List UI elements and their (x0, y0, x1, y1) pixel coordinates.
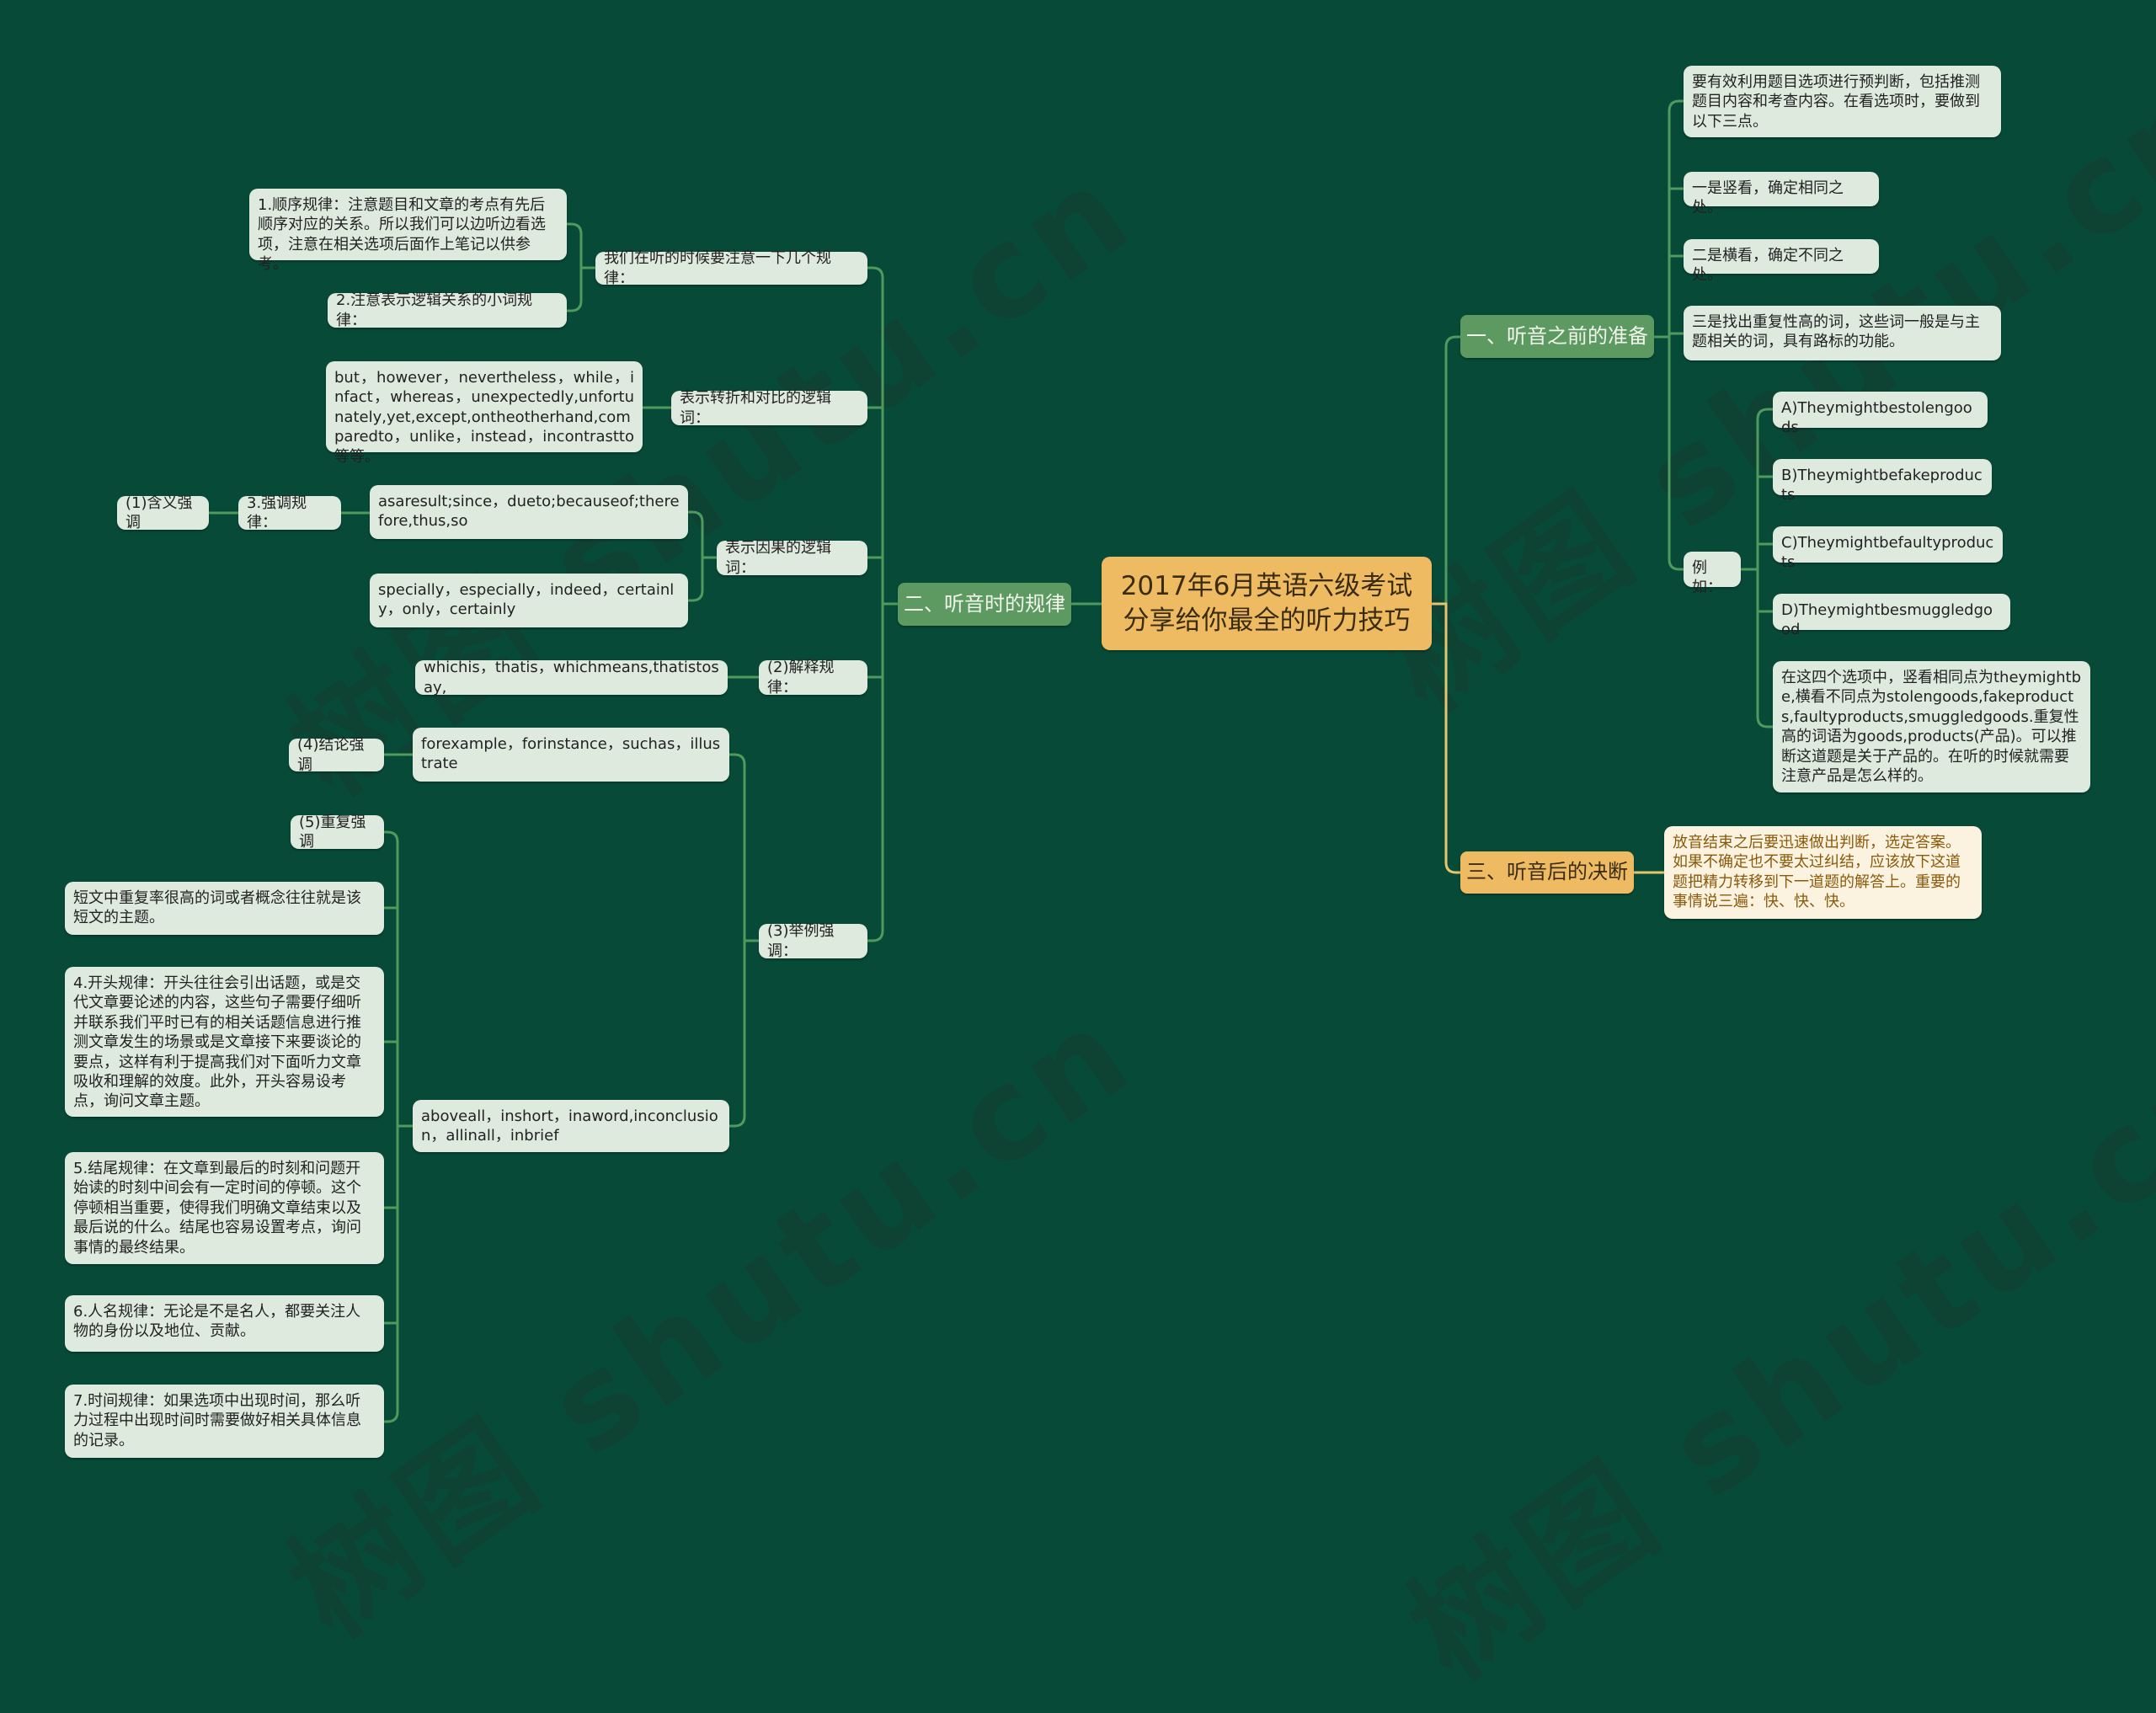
branch-label: 二、听音时的规律 (904, 591, 1065, 616)
branch-while-listening[interactable]: 二、听音时的规律 (898, 583, 1071, 626)
connector (1756, 408, 1773, 728)
option-b[interactable]: B)Theymightbefakeproducts (1773, 459, 1992, 504)
topic-node[interactable]: whichis，thatis，whichmeans,thatistosay, (415, 659, 728, 696)
connector (867, 266, 884, 942)
connector (729, 753, 746, 1128)
example-emphasis-node[interactable]: (3)举例强调： (759, 922, 867, 960)
connector (1444, 335, 1460, 604)
topic-node[interactable]: 一是竖看，确定相同之处。 (1684, 172, 1879, 216)
topic-node[interactable]: 二是横看，确定不同之处。 (1684, 239, 1879, 284)
contrast-words-node[interactable]: 表示转折和对比的逻辑词： (671, 389, 867, 427)
rules-node[interactable]: 我们在听的时候要注意一下几个规律： (595, 249, 867, 287)
branch-after-listening[interactable]: 三、听音后的决断 (1460, 851, 1634, 894)
option-a[interactable]: A)Theymightbestolengoods (1773, 392, 1988, 436)
topic-node[interactable]: 短文中重复率很高的词或者概念往往就是该短文的主题。 (65, 882, 384, 935)
branch-label: 三、听音后的决断 (1466, 860, 1628, 884)
example-explanation[interactable]: 在这四个选项中，竖看相同点为theymightbe,横看不同点为stolengo… (1773, 661, 2090, 792)
root-topic[interactable]: 2017年6月英语六级考试分享给你最全的听力技巧 (1102, 557, 1432, 650)
branch-before-listening[interactable]: 一、听音之前的准备 (1460, 315, 1654, 358)
topic-node[interactable]: asaresult;since，dueto;becauseof;therefor… (370, 485, 688, 539)
topic-node[interactable]: 4.开头规律：开头往往会引出话题，或是交代文章要论述的内容，这些句子需要仔细听并… (65, 967, 384, 1117)
connector (384, 830, 399, 1423)
topic-node[interactable]: aboveall，inshort，inaword,inconclusion，al… (413, 1100, 729, 1152)
topic-node[interactable]: (1)含义强调 (117, 494, 209, 531)
topic-node[interactable]: but，however，nevertheless，while，infact，wh… (326, 361, 643, 466)
topic-node[interactable]: 要有效利用题目选项进行预判断，包括推测题目内容和考查内容。在看选项时，要做到以下… (1684, 66, 2001, 137)
topic-node[interactable]: specially，especially，indeed，certainly，on… (370, 574, 688, 627)
topic-node[interactable]: 1.顺序规律：注意题目和文章的考点有先后顺序对应的关系。所以我们可以边听边看选项… (249, 189, 567, 273)
topic-node[interactable]: forexample，forinstance，suchas，illustrate (413, 728, 729, 782)
connector (688, 510, 704, 602)
connector (1432, 602, 1460, 874)
topic-node[interactable]: 2.注意表示逻辑关系的小词规律： (328, 291, 567, 329)
topic-node[interactable]: (5)重复强调 (291, 814, 384, 851)
topic-node[interactable]: 6.人名规律：无论是不是名人，都要关注人物的身份以及地位、贡献。 (65, 1295, 384, 1352)
connector (1668, 99, 1684, 571)
topic-node[interactable]: 三是找出重复性高的词，这些词一般是与主题相关的词，具有路标的功能。 (1684, 306, 2001, 360)
topic-node[interactable]: (4)结论强调 (289, 736, 384, 774)
topic-node[interactable]: 5.结尾规律：在文章到最后的时刻和问题开始读的时刻中间会有一定时间的停顿。这个停… (65, 1152, 384, 1264)
explain-node[interactable]: (2)解释规律： (759, 659, 867, 696)
example-node[interactable]: 例如： (1684, 552, 1741, 596)
connector (567, 222, 583, 312)
topic-node[interactable]: 7.时间规律：如果选项中出现时间，那么听力过程中出现时间时需要做好相关具体信息的… (65, 1385, 384, 1458)
topic-node[interactable]: 放音结束之后要迅速做出判断，选定答案。如果不确定也不要太过纠结，应该放下这道题把… (1664, 826, 1982, 919)
root-topic-label: 2017年6月英语六级考试分享给你最全的听力技巧 (1120, 570, 1413, 636)
topic-node[interactable]: 3.强调规律： (238, 494, 341, 531)
option-c[interactable]: C)Theymightbefaultyproducts (1773, 526, 2003, 571)
branch-label: 一、听音之前的准备 (1466, 323, 1648, 348)
option-d[interactable]: D)Theymightbesmuggledgood (1773, 594, 2010, 638)
cause-words-node[interactable]: 表示因果的逻辑词： (717, 539, 867, 577)
